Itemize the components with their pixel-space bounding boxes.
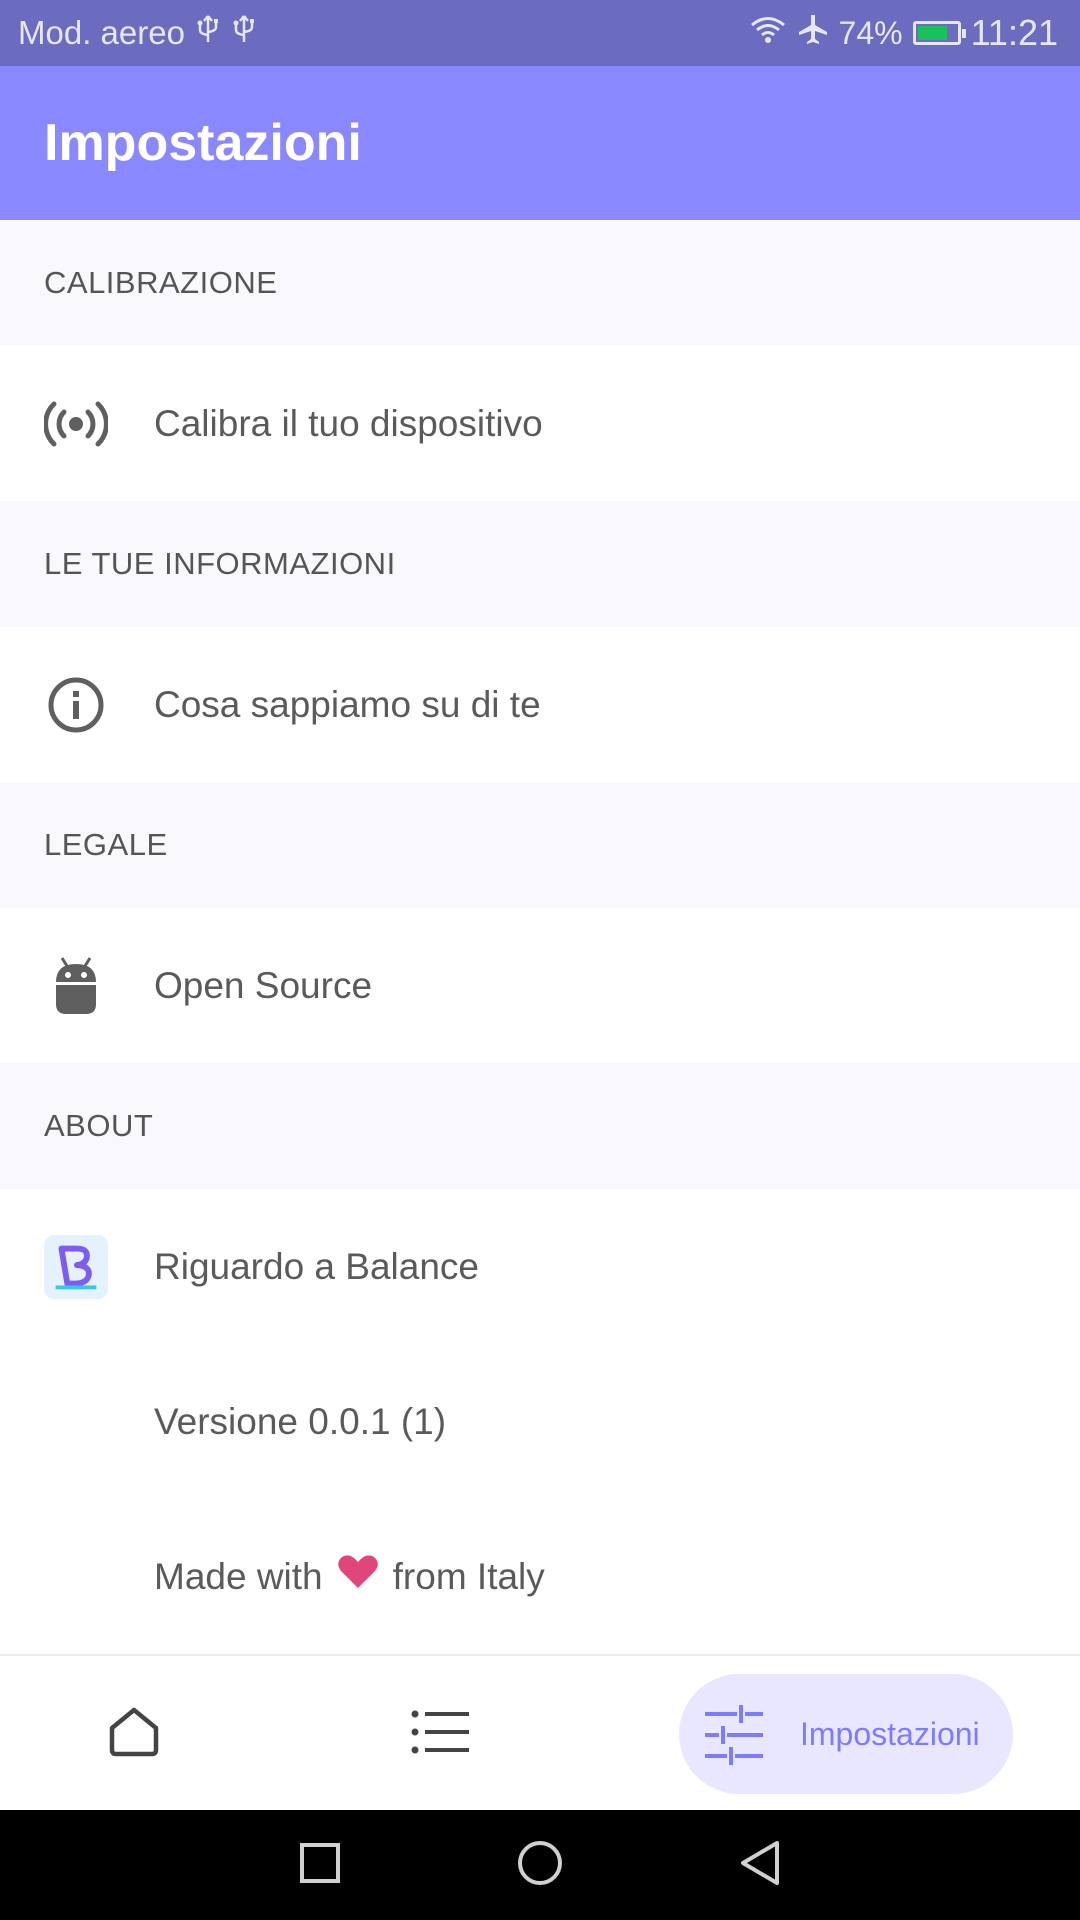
made-with-text: Made with <box>154 1555 323 1597</box>
back-button[interactable] <box>715 1810 805 1920</box>
about-you-item[interactable]: Cosa sappiamo su di te <box>0 627 1080 782</box>
status-right: 74% 11:21 <box>749 12 1058 54</box>
usb-icon <box>195 14 221 52</box>
page-title: Impostazioni <box>44 114 362 172</box>
tune-icon <box>705 1704 763 1771</box>
circle-icon <box>516 1839 564 1892</box>
home-icon <box>108 1706 160 1763</box>
open-source-label: Open Source <box>154 964 373 1006</box>
nav-home-button[interactable] <box>84 1656 184 1812</box>
status-left: Mod. aereo <box>18 14 257 52</box>
version-item: Versione 0.0.1 (1) <box>0 1344 1080 1499</box>
made-with-love-label: Made with from Italy <box>154 1554 545 1599</box>
calibrate-device-label: Calibra il tuo dispositivo <box>154 402 543 444</box>
app-logo-icon <box>44 1234 108 1299</box>
heart-icon <box>337 1554 379 1599</box>
made-in-italy-item: Made with from Italy <box>0 1499 1080 1654</box>
clock: 11:21 <box>970 12 1058 53</box>
back-triangle-icon <box>737 1839 783 1892</box>
section-header-info: LE TUE INFORMAZIONI <box>0 501 1080 627</box>
section-header-calibrazione: CALIBRAZIONE <box>0 220 1080 346</box>
about-balance-label: Riguardo a Balance <box>154 1245 479 1287</box>
nav-list-button[interactable] <box>390 1656 490 1812</box>
square-icon <box>299 1842 341 1889</box>
nav-settings-button[interactable]: Impostazioni <box>679 1674 1013 1794</box>
open-source-item[interactable]: Open Source <box>0 908 1080 1063</box>
app-bar: Impostazioni <box>0 66 1080 220</box>
airplane-mode-label: Mod. aereo <box>18 14 185 51</box>
from-italy-text: from Italy <box>392 1555 545 1597</box>
battery-percent: 74% <box>838 14 903 51</box>
battery-icon <box>912 21 966 45</box>
radio-broadcast-icon <box>44 392 108 456</box>
settings-list: CALIBRAZIONE Calibra il tuo dispositivo … <box>0 220 1080 1654</box>
system-navigation-bar <box>0 1810 1080 1920</box>
bottom-navigation: Impostazioni <box>0 1654 1080 1812</box>
airplane-icon <box>797 12 829 54</box>
android-icon <box>44 954 108 1018</box>
recent-apps-button[interactable] <box>275 1810 365 1920</box>
about-you-label: Cosa sappiamo su di te <box>154 683 541 725</box>
status-bar: Mod. aereo 74% 11:21 <box>0 0 1080 66</box>
about-balance-item[interactable]: Riguardo a Balance <box>0 1189 1080 1344</box>
list-icon <box>411 1710 469 1759</box>
info-icon <box>44 673 108 737</box>
version-label: Versione 0.0.1 (1) <box>154 1400 447 1442</box>
calibrate-device-item[interactable]: Calibra il tuo dispositivo <box>0 346 1080 501</box>
nav-settings-label: Impostazioni <box>800 1715 980 1752</box>
usb-icon <box>231 14 257 52</box>
section-header-legale: LEGALE <box>0 782 1080 908</box>
section-header-about: ABOUT <box>0 1063 1080 1189</box>
wifi-icon <box>749 12 787 54</box>
home-system-button[interactable] <box>495 1810 585 1920</box>
